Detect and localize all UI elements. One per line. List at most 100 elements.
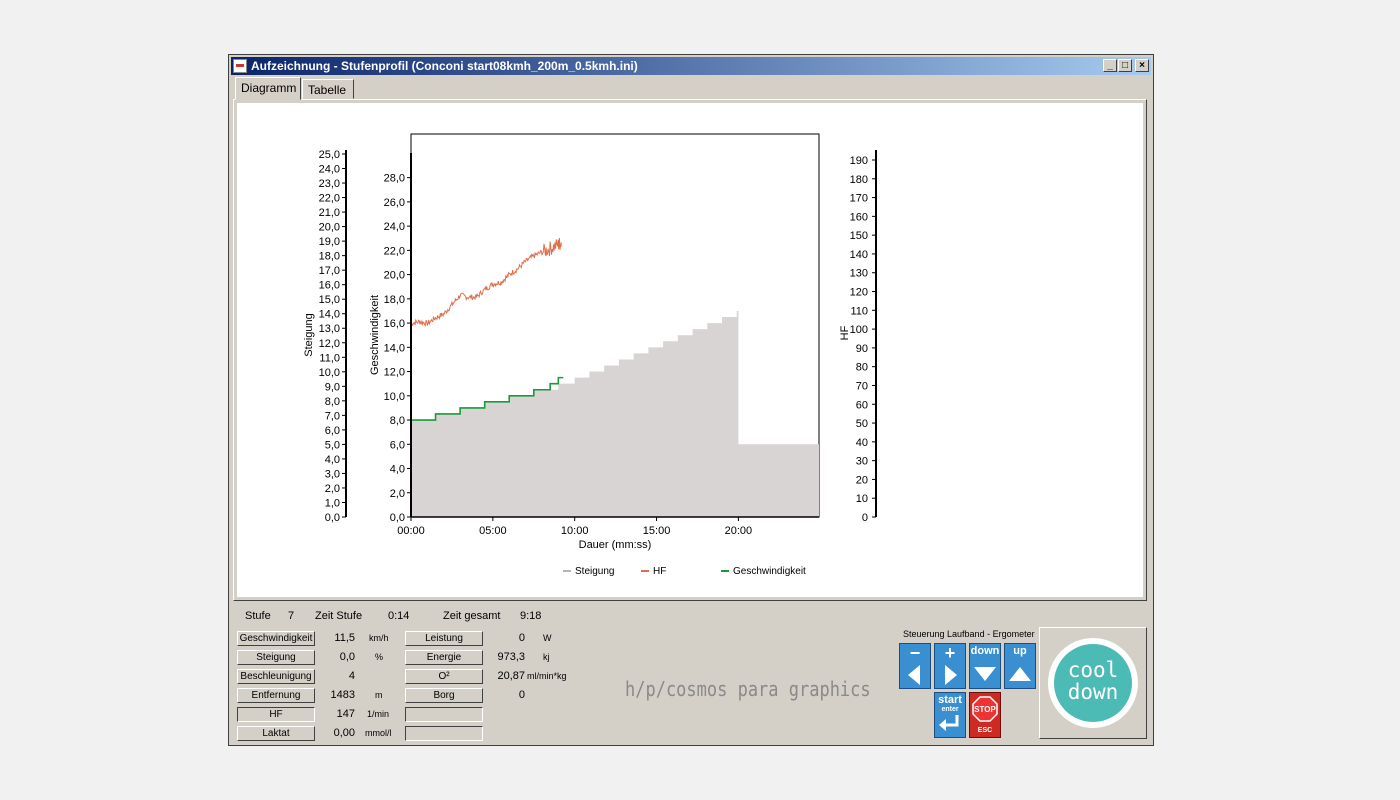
- x-tick-label: 15:00: [643, 525, 671, 537]
- close-button[interactable]: ×: [1135, 59, 1149, 72]
- geschwindigkeit-unit: km/h: [369, 633, 389, 643]
- geschwindigkeit-tick-label: 12,0: [384, 367, 405, 379]
- laktat-button[interactable]: Laktat: [237, 726, 315, 741]
- steigung-button[interactable]: Steigung: [237, 650, 315, 665]
- steigung-tick-label: 16,0: [319, 280, 340, 292]
- cool-down-line2: down: [1067, 680, 1119, 704]
- o2-button[interactable]: O²: [405, 669, 483, 684]
- steigung-tick-label: 9,0: [325, 381, 340, 393]
- legend-label: HF: [653, 566, 666, 577]
- stop-esc-button[interactable]: STOP ESC: [969, 692, 1001, 738]
- geschwindigkeit-tick-label: 10,0: [384, 391, 405, 403]
- window-title: Aufzeichnung - Stufenprofil (Conconi sta…: [251, 59, 638, 73]
- entfernung-button[interactable]: Entfernung: [237, 688, 315, 703]
- hf-tick-label: 60: [856, 399, 868, 411]
- minimize-button[interactable]: _: [1103, 59, 1117, 72]
- recording-window: Aufzeichnung - Stufenprofil (Conconi sta…: [228, 54, 1154, 746]
- steigung-tick-label: 11,0: [319, 352, 340, 364]
- arrow-left-icon: [908, 665, 920, 685]
- x-tick-label: 00:00: [397, 525, 425, 537]
- plus-label: +: [944, 643, 956, 663]
- zeit-gesamt-label: Zeit gesamt: [443, 610, 501, 622]
- cool-down-button[interactable]: cool down: [1039, 627, 1147, 739]
- hf-tick-label: 170: [850, 193, 868, 205]
- energie-button[interactable]: Energie: [405, 650, 483, 665]
- hf-tick-label: 30: [856, 456, 868, 468]
- steigung-tick-label: 6,0: [325, 425, 340, 437]
- geschwindigkeit-tick-label: 24,0: [384, 221, 405, 233]
- energie-value: 973,3: [497, 651, 525, 663]
- x-tick-label: 20:00: [725, 525, 753, 537]
- steigung-tick-label: 1,0: [325, 497, 340, 509]
- minus-button[interactable]: −: [899, 643, 931, 689]
- geschwindigkeit-tick-label: 4,0: [390, 464, 405, 476]
- steigung-tick-label: 19,0: [319, 236, 340, 248]
- measurement-panel: Geschwindigkeit 11,5 km/h Steigung 0,0 %…: [233, 627, 1147, 741]
- start-enter-button[interactable]: start enter: [934, 692, 966, 738]
- hf-tick-label: 70: [856, 380, 868, 392]
- entfernung-value: 1483: [330, 689, 355, 701]
- x-tick-label: 05:00: [479, 525, 507, 537]
- steigung-value: 0,0: [339, 651, 355, 663]
- hf-tick-label: 20: [856, 474, 868, 486]
- tab-tabelle[interactable]: Tabelle: [302, 79, 354, 99]
- tab-diagramm[interactable]: Diagramm: [235, 77, 301, 100]
- chart-svg: 0,0 2,0 4,0 6,0 8,0 10,0 12,0 14,0 16,0 18,0 20,0 2…: [303, 133, 877, 577]
- stop-sign-icon: STOP: [972, 696, 998, 722]
- status-bar: Stufe 7 Zeit Stufe 0:14 Zeit gesamt 9:18: [233, 605, 1147, 627]
- legend-label: Geschwindigkeit: [733, 566, 806, 577]
- hf-tick-label: 80: [856, 362, 868, 374]
- stufe-value: 7: [288, 610, 295, 622]
- geschwindigkeit-tick-label: 16,0: [384, 318, 405, 330]
- empty-field-2: [405, 726, 483, 741]
- hf-tick-label: 180: [850, 174, 868, 186]
- plus-button[interactable]: +: [934, 643, 966, 689]
- title-bar: Aufzeichnung - Stufenprofil (Conconi sta…: [231, 57, 1151, 75]
- geschwindigkeit-tick-label: 14,0: [384, 342, 405, 354]
- zeit-stufe-label: Zeit Stufe: [315, 610, 363, 622]
- leistung-button[interactable]: Leistung: [405, 631, 483, 646]
- geschwindigkeit-tick-label: 0,0: [390, 512, 405, 524]
- legend-label: Steigung: [575, 566, 614, 577]
- stufe-label: Stufe: [245, 610, 271, 622]
- cool-down-ring: cool down: [1048, 638, 1138, 728]
- steigung-unit: %: [375, 652, 384, 662]
- hf-tick-label: 140: [850, 249, 868, 261]
- arrow-up-icon: [1009, 667, 1031, 681]
- chart-area: 0,0 2,0 4,0 6,0 8,0 10,0 12,0 14,0 16,0 18,0 20,0 2…: [237, 103, 1143, 597]
- diagram-panel: 0,0 2,0 4,0 6,0 8,0 10,0 12,0 14,0 16,0 18,0 20,0 2…: [233, 99, 1147, 601]
- o2-unit: ml/min*kg: [527, 671, 567, 681]
- down-button[interactable]: down: [969, 643, 1001, 689]
- steigung-tick-label: 10,0: [319, 367, 340, 379]
- steigung-tick-label: 18,0: [319, 251, 340, 263]
- geschwindigkeit-button[interactable]: Geschwindigkeit: [237, 631, 315, 646]
- beschleunigung-button[interactable]: Beschleunigung: [237, 669, 315, 684]
- entfernung-unit: m: [375, 690, 383, 700]
- hf-tick-label: 0: [862, 512, 868, 524]
- hf-tick-label: 160: [850, 211, 868, 223]
- enter-icon: [939, 715, 959, 731]
- borg-button[interactable]: Borg: [405, 688, 483, 703]
- steigung-axis-label: Steigung: [303, 313, 315, 356]
- steigung-tick-label: 8,0: [325, 396, 340, 408]
- steigung-tick-label: 24,0: [319, 164, 340, 176]
- geschwindigkeit-tick-label: 2,0: [390, 488, 405, 500]
- hf-button[interactable]: HF: [237, 707, 315, 722]
- enter-label: enter: [941, 706, 959, 713]
- laktat-unit: mmol/l: [365, 728, 392, 738]
- leistung-value: 0: [518, 632, 525, 644]
- laktat-value: 0,00: [333, 727, 355, 739]
- control-title: Steuerung Laufband - Ergometer: [903, 629, 1035, 639]
- esc-label: ESC: [977, 727, 993, 734]
- steigung-tick-label: 0,0: [325, 512, 340, 524]
- steigung-tick-label: 25,0: [319, 149, 340, 161]
- hf-tick-label: 90: [856, 343, 868, 355]
- steigung-tick-label: 13,0: [319, 323, 340, 335]
- cool-down-line1: cool: [1067, 658, 1119, 682]
- hf-tick-label: 130: [850, 268, 868, 280]
- hf-tick-label: 110: [850, 305, 868, 317]
- maximize-button[interactable]: □: [1118, 59, 1132, 72]
- empty-field-1: [405, 707, 483, 722]
- hf-tick-label: 10: [856, 493, 868, 505]
- up-button[interactable]: up: [1004, 643, 1036, 689]
